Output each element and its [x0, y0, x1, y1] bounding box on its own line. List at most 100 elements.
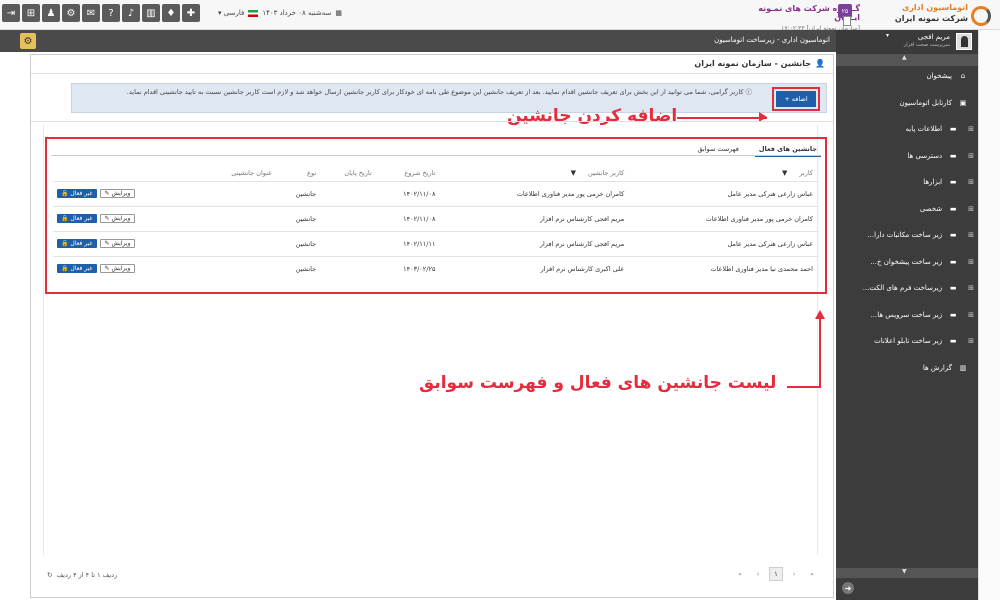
sidebar-scroll-down[interactable]: [836, 568, 978, 578]
sidebar-item[interactable]: ⊞ ▬ زیر ساخت مکاتبات دارا...: [836, 223, 978, 247]
table-cell: [322, 230, 378, 256]
help-icon[interactable]: ?: [102, 4, 120, 22]
gear-icon[interactable]: ⚙: [62, 4, 80, 22]
filter-icon[interactable]: ▼: [782, 169, 787, 177]
prev-page-icon[interactable]: ›: [787, 567, 801, 581]
user-menu[interactable]: مریم افجی سرپرست صحت افزار ▾: [836, 30, 978, 54]
edit-icon: ✎: [104, 215, 110, 222]
table-cell: جانشین: [278, 255, 323, 281]
annotation-list: لیست جانشین های فعال و فهرست سوابق: [419, 373, 777, 393]
lock-icon: 🔒: [61, 240, 69, 247]
brand-logo: اتوماسیون اداری شرکت نمونه ایران: [878, 3, 968, 23]
col-end[interactable]: تاریخ پایان: [322, 165, 378, 181]
page-scrollbar[interactable]: [978, 30, 1000, 600]
divider: [31, 121, 833, 122]
row-actions: 🔒 غیر فعال ✎ ویرایش: [53, 255, 201, 281]
sidebar-item[interactable]: ⊞ ▬ زیر ساخت پیشخوان خ...: [836, 250, 978, 274]
sidebar-item[interactable]: ⊞ ▬ دسترسی ها: [836, 144, 978, 168]
deactivate-button[interactable]: 🔒 غیر فعال: [57, 189, 97, 198]
expand-icon[interactable]: ⊞: [968, 178, 974, 186]
row-actions: 🔒 غیر فعال ✎ ویرایش: [53, 230, 201, 256]
col-substitute[interactable]: کاربر جانشین ▼: [441, 165, 630, 181]
deactivate-label: غیر فعال: [70, 190, 93, 197]
expand-icon[interactable]: ⊞: [968, 311, 974, 319]
deactivate-label: غیر فعال: [70, 215, 93, 222]
users-icon[interactable]: ♟: [42, 4, 60, 22]
deactivate-button[interactable]: 🔒 غیر فعال: [57, 264, 97, 274]
add-button-label: اضافه: [791, 95, 808, 103]
sidebar-item[interactable]: ⊞ ▬ زیر ساخت سرویس ها...: [836, 303, 978, 327]
col-start[interactable]: تاریخ شروع: [378, 165, 442, 181]
edit-icon: ✎: [104, 240, 110, 247]
expand-icon[interactable]: ⊞: [968, 152, 974, 160]
first-page-icon[interactable]: »: [805, 567, 819, 581]
next-page-icon[interactable]: ‹: [751, 567, 765, 581]
col-title[interactable]: عنوان جانشینی: [200, 165, 278, 181]
folder-icon: ▬: [949, 231, 957, 239]
sidebar-item[interactable]: ⊞ ▬ ابزارها: [836, 170, 978, 194]
expand-icon[interactable]: ⊞: [968, 284, 974, 292]
mic-icon[interactable]: ♪: [122, 4, 140, 22]
record-count: ↻ ردیف ۱ تا ۴ از ۴ ردیف: [47, 571, 117, 579]
refresh-icon[interactable]: ↻: [47, 571, 52, 579]
menu-icon: ⌂: [960, 72, 966, 80]
last-page-icon[interactable]: «: [733, 567, 747, 581]
expand-icon[interactable]: ⊞: [968, 125, 974, 133]
table-row[interactable]: عباس زارعی هنرکی مدیر عامل مریم افجی کارش…: [53, 230, 819, 256]
folder-icon: ▬: [949, 337, 957, 345]
exit-icon[interactable]: ⇥: [2, 4, 20, 22]
sidebar-item[interactable]: ⊞ ▬ اطلاعات پایه: [836, 117, 978, 141]
add-substitute-button[interactable]: + اضافه: [772, 87, 820, 111]
expand-icon[interactable]: ⊞: [968, 231, 974, 239]
sidebar-item[interactable]: ⊞ ▬ شخصی: [836, 197, 978, 221]
logo-line1: اتوماسیون اداری: [901, 3, 968, 12]
sidebar-item[interactable]: ▣ کارتابل اتوماسیون: [836, 91, 978, 115]
date-language: ▾ فارسی سه‌شنبه ۰۸ خرداد ۱۴۰۳ ▦: [218, 9, 342, 17]
table-row[interactable]: احمد محمدی نیا مدیر فناوری اطلاعات علی اک…: [53, 255, 819, 281]
deactivate-button[interactable]: 🔒 غیر فعال: [57, 214, 97, 223]
expand-icon[interactable]: ⊞: [968, 337, 974, 345]
edit-label: ویرایش: [111, 240, 131, 247]
language-selector[interactable]: ▾ فارسی: [218, 9, 244, 17]
sidebar-item-label: زیرساخت فرم های الکت...: [862, 284, 943, 292]
current-page[interactable]: ۱: [769, 567, 783, 581]
table-cell: ۱۴۰۲/۱۱/۰۸: [377, 180, 442, 206]
table-row[interactable]: عباس زارعی هنرکی مدیر عامل کامران خرمی پو…: [53, 180, 819, 206]
sidebar-item-label: شخصی: [919, 204, 943, 213]
menu-icon: ▥: [959, 363, 967, 372]
table-cell: مریم افجی کارشناس نرم افزار: [441, 205, 631, 231]
arrow-right-icon[interactable]: ➜: [842, 582, 854, 594]
edit-button[interactable]: ✎ ویرایش: [99, 264, 136, 274]
settings-tool-button[interactable]: ⚙: [20, 33, 36, 49]
tab-divider: [51, 155, 821, 156]
chart-icon[interactable]: ▥: [142, 4, 160, 22]
deactivate-button[interactable]: 🔒 غیر فعال: [57, 239, 97, 248]
table-cell: جانشین: [278, 205, 323, 231]
expand-icon[interactable]: ⊞: [968, 205, 974, 213]
table-cell: [322, 255, 378, 281]
plus-icon: +: [784, 95, 790, 103]
sidebar-item[interactable]: ⊞ ▬ زیرساخت فرم های الکت...: [836, 276, 978, 300]
date-label: سه‌شنبه ۰۸ خرداد ۱۴۰۳: [262, 9, 332, 17]
sidebar-item[interactable]: ⌂ پیشخوان: [836, 64, 978, 88]
menu-icon: ▣: [959, 98, 967, 107]
puzzle-icon[interactable]: ✚: [182, 4, 200, 22]
col-user[interactable]: کاربر ▼: [630, 165, 819, 181]
expand-icon[interactable]: ⊞: [968, 258, 974, 266]
top-header: ⇥ ⊞ ♟ ⚙ ✉? ♪ ▥ ♦ ✚ ▾ فارسی سه‌شنبه ۰۸ خرداد ۱۴۰۳…: [0, 0, 1000, 32]
bell-icon[interactable]: ♦: [162, 4, 180, 22]
edit-button[interactable]: ✎ ویرایش: [99, 239, 136, 248]
sidebar-item[interactable]: ⊞ ▬ زیر ساخت تابلو اعلانات: [836, 329, 978, 353]
sidebar-item[interactable]: ▥ گزارش ها: [836, 356, 978, 380]
edit-button[interactable]: ✎ ویرایش: [99, 189, 136, 198]
chat-icon[interactable]: ✉: [82, 4, 100, 22]
sitemap-icon[interactable]: ⊞: [22, 4, 40, 22]
edit-button[interactable]: ✎ ویرایش: [99, 214, 136, 223]
lock-icon: 🔒: [61, 265, 69, 273]
filter-icon[interactable]: ▼: [571, 169, 576, 177]
chevron-up-icon: ▲: [902, 54, 907, 61]
folder-icon: ▬: [949, 151, 957, 160]
table-row[interactable]: کامران خرمی پور مدیر فناوری اطلاعات مریم …: [53, 205, 819, 231]
col-type[interactable]: نوع: [278, 165, 322, 181]
sidebar-item-label: پیشخوان: [926, 72, 952, 80]
